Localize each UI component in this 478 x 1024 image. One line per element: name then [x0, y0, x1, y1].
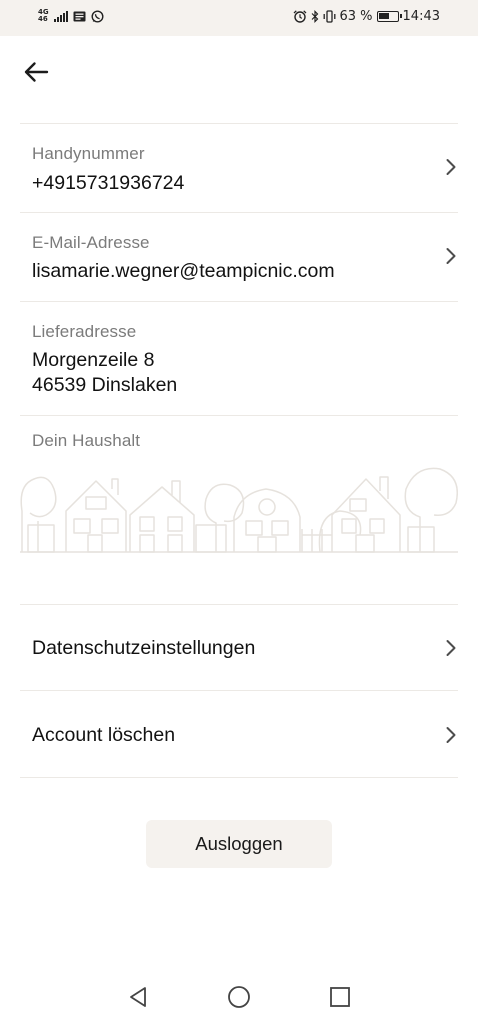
email-value: lisamarie.wegner@teampicnic.com: [32, 260, 335, 282]
chevron-right-icon: [440, 724, 462, 746]
address-row: Lieferadresse Morgenzeile 8 46539 Dinsla…: [0, 302, 478, 415]
address-street: Morgenzeile 8: [32, 349, 155, 371]
vibrate-icon: [323, 10, 335, 23]
battery-percent: 63 %: [339, 9, 373, 24]
square-recent-icon: [330, 987, 350, 1007]
profile-screen: 4G 46 63 % 14:43 Handynummer +4915731936…: [0, 0, 478, 1024]
phone-row[interactable]: Handynummer +4915731936724: [0, 124, 478, 212]
clock: 14:43: [402, 9, 440, 24]
network-type: 4G 46: [38, 9, 49, 23]
chevron-right-icon: [440, 245, 462, 267]
arrow-left-icon: [24, 62, 49, 82]
battery-fill: [378, 13, 389, 19]
chevron-right-icon: [440, 156, 462, 178]
email-row[interactable]: E-Mail-Adresse lisamarie.wegner@teampicn…: [0, 213, 478, 301]
whatsapp-icon: [91, 9, 104, 23]
divider: [20, 777, 458, 778]
bluetooth-icon: [311, 10, 318, 23]
delete-account-label: Account löschen: [32, 724, 176, 746]
phone-value: +4915731936724: [32, 172, 185, 194]
chevron-right-icon: [440, 637, 462, 659]
logout-button[interactable]: Ausloggen: [146, 820, 332, 868]
triangle-back-icon: [130, 987, 146, 1007]
household-label: Dein Haushalt: [32, 431, 141, 450]
status-right: 63 % 14:43: [293, 9, 440, 24]
battery-icon: [376, 11, 402, 22]
status-bar: 4G 46 63 % 14:43: [0, 0, 478, 36]
system-nav-bar: [0, 960, 478, 1024]
circle-home-icon: [228, 986, 250, 1008]
nav-back-button[interactable]: [123, 982, 153, 1012]
phone-label: Handynummer: [32, 144, 145, 163]
houses-illustration: [20, 467, 458, 553]
alarm-icon: [293, 10, 306, 23]
message-icon: [73, 11, 86, 21]
nav-home-button[interactable]: [224, 982, 254, 1012]
network-type-bottom: 46: [38, 15, 48, 23]
address-city: 46539 Dinslaken: [32, 374, 178, 396]
privacy-settings-row[interactable]: Datenschutzeinstellungen: [0, 605, 478, 690]
address-label: Lieferadresse: [32, 322, 137, 341]
signal-icon: [53, 10, 68, 22]
privacy-settings-label: Datenschutzeinstellungen: [32, 637, 256, 659]
back-button[interactable]: [20, 56, 52, 88]
email-label: E-Mail-Adresse: [32, 233, 150, 252]
status-left: 4G 46: [38, 9, 104, 23]
nav-recent-button[interactable]: [325, 982, 355, 1012]
delete-account-row[interactable]: Account löschen: [0, 691, 478, 777]
